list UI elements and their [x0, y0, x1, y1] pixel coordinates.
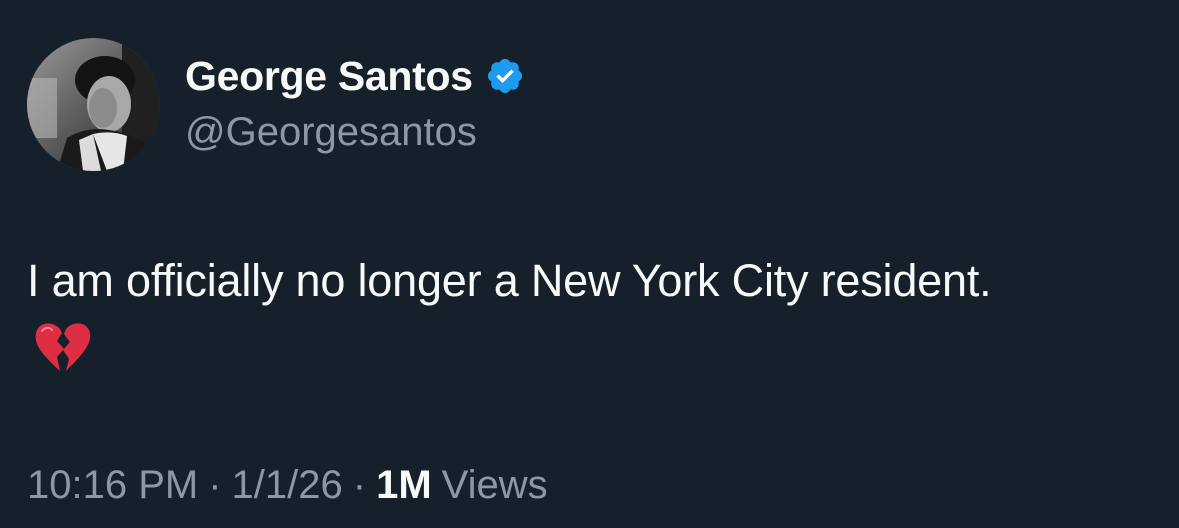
tweet-card: George Santos @Georgesantos I am officia… [0, 0, 1179, 528]
avatar[interactable] [27, 38, 160, 171]
views-count[interactable]: 1M [376, 463, 432, 508]
user-handle[interactable]: @Georgesantos [185, 110, 477, 155]
views-label[interactable]: Views [442, 463, 548, 508]
display-name[interactable]: George Santos [185, 53, 473, 100]
verified-badge-icon[interactable] [485, 56, 525, 96]
tweet-time[interactable]: 10:16 PM [27, 463, 198, 508]
avatar-photo-icon [27, 38, 160, 171]
author-name-row[interactable]: George Santos [185, 52, 525, 100]
tweet-text: I am officially no longer a New York Cit… [27, 255, 992, 306]
meta-separator: · [208, 463, 222, 507]
meta-separator: · [352, 463, 367, 507]
broken-heart-icon: 💔 [33, 319, 91, 375]
tweet-meta: 10:16 PM · 1/1/26 · 1M Views [27, 463, 548, 508]
tweet-date[interactable]: 1/1/26 [232, 463, 343, 508]
